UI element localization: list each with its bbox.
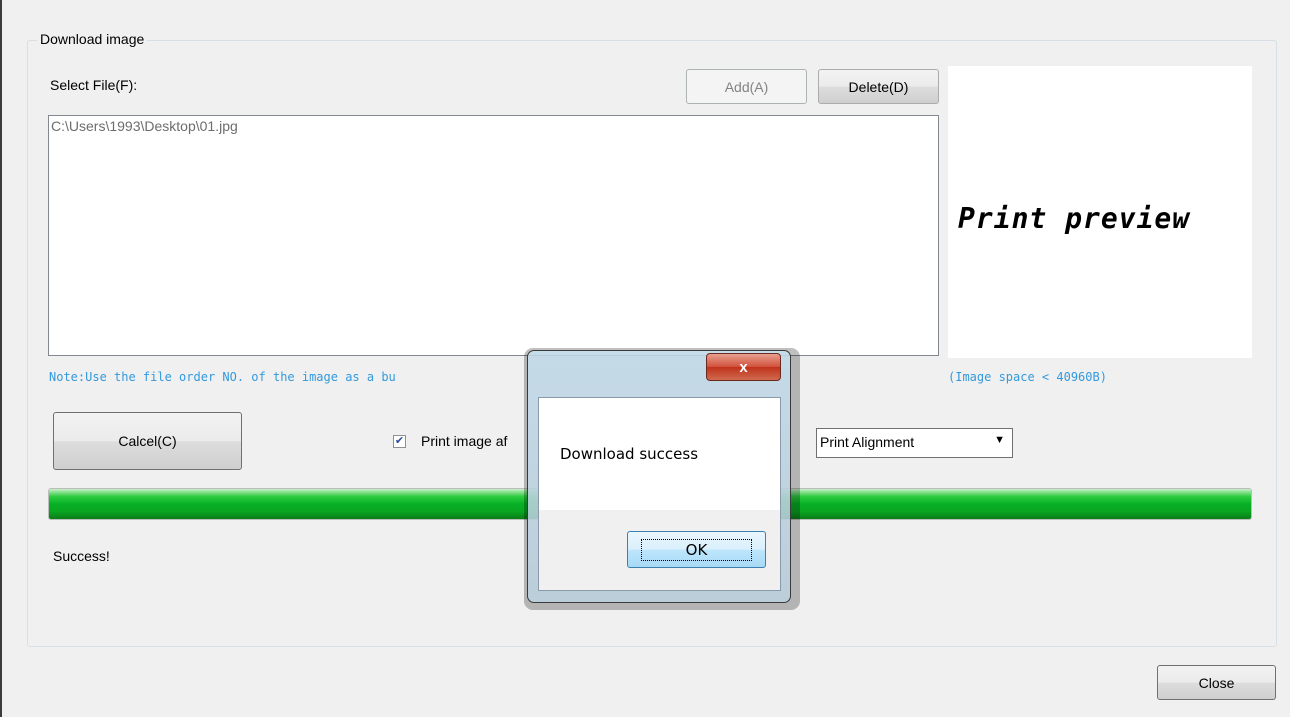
checkmark-icon: ✔ xyxy=(394,435,405,447)
window-left-border xyxy=(0,0,2,717)
close-icon: x xyxy=(739,358,748,376)
ok-button-label: OK xyxy=(640,538,753,561)
group-title: Download image xyxy=(37,31,148,47)
delete-button[interactable]: Delete(D) xyxy=(818,69,939,104)
print-image-checkbox[interactable]: ✔ xyxy=(393,435,406,448)
close-button[interactable]: Close xyxy=(1157,665,1276,700)
file-list-item[interactable]: C:\Users\1993\Desktop\01.jpg xyxy=(51,118,238,134)
select-file-label: Select File(F): xyxy=(50,77,138,93)
print-alignment-select[interactable]: Print Alignment ▼ xyxy=(816,428,1013,458)
print-alignment-value: Print Alignment xyxy=(820,434,915,450)
status-text: Success! xyxy=(53,548,110,564)
image-space-note: (Image space < 40960B) xyxy=(948,370,1107,384)
dialog-message: Download success xyxy=(560,445,699,463)
print-preview-pane: Print preview xyxy=(948,66,1252,358)
print-preview-text: Print preview xyxy=(958,202,1191,235)
chevron-down-icon: ▼ xyxy=(994,434,1005,446)
print-image-checkbox-label[interactable]: Print image af xyxy=(421,433,507,449)
file-order-note: Note:Use the file order NO. of the image… xyxy=(49,370,396,384)
dialog-close-button[interactable]: x xyxy=(706,353,781,381)
file-listbox[interactable]: C:\Users\1993\Desktop\01.jpg xyxy=(48,115,939,356)
add-button[interactable]: Add(A) xyxy=(686,69,807,104)
dialog-body: Download success OK xyxy=(538,397,781,591)
ok-button[interactable]: OK xyxy=(627,531,766,568)
cancel-button[interactable]: Calcel(C) xyxy=(53,412,242,470)
